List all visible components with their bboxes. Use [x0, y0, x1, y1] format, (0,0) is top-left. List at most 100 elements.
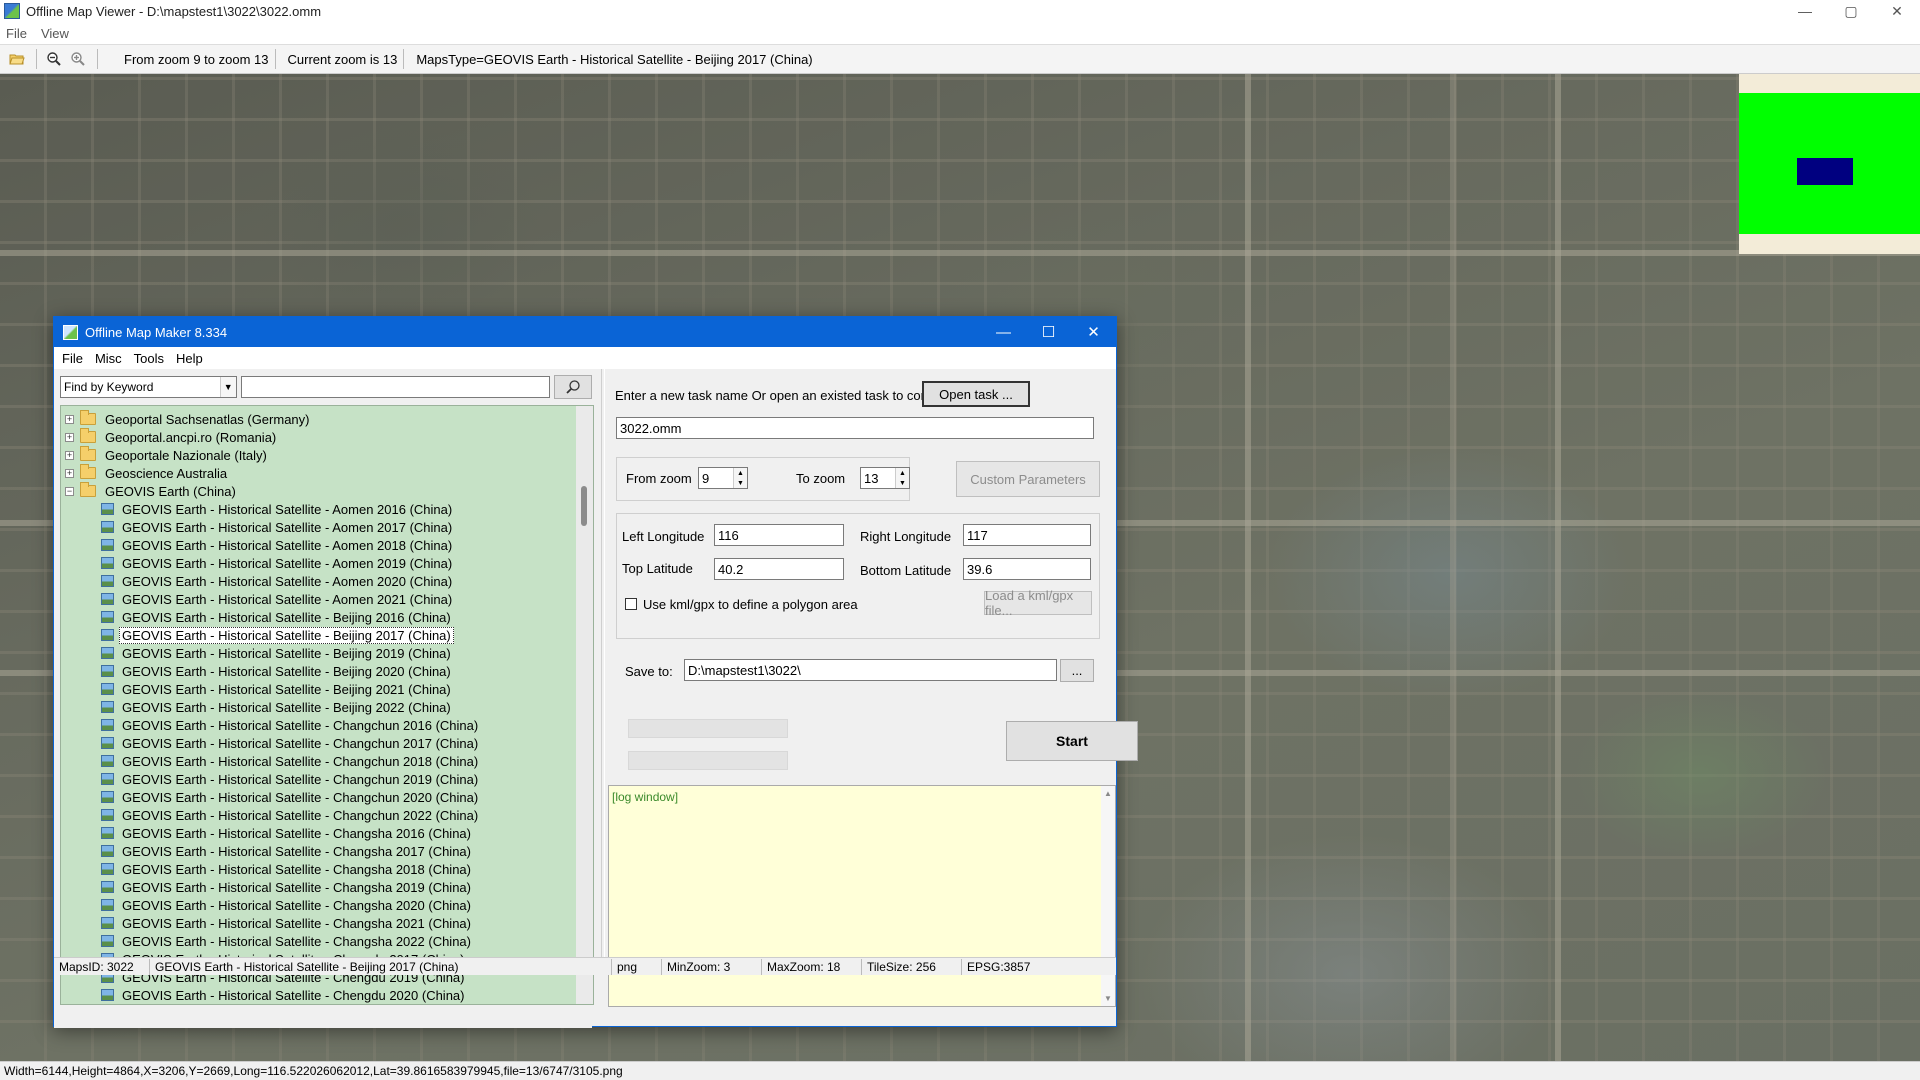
- right-longitude-input[interactable]: 117: [963, 524, 1091, 546]
- maximize-button[interactable]: ▢: [1828, 0, 1874, 22]
- tree-map-item[interactable]: GEOVIS Earth - Historical Satellite - Ch…: [101, 842, 474, 860]
- dialog-menu-help[interactable]: Help: [176, 351, 203, 366]
- tree-item-label: GEOVIS Earth - Historical Satellite - Ch…: [122, 825, 471, 841]
- tree-map-item[interactable]: GEOVIS Earth - Historical Satellite - Ch…: [101, 716, 481, 734]
- tree-item-label: GEOVIS Earth - Historical Satellite - Ao…: [122, 537, 453, 553]
- overview-viewport-rect[interactable]: [1797, 158, 1853, 185]
- tree-map-item[interactable]: GEOVIS Earth - Historical Satellite - Be…: [101, 698, 454, 716]
- dialog-app-icon: [63, 324, 78, 340]
- tree-item-label: GEOVIS Earth - Historical Satellite - Ch…: [122, 753, 479, 769]
- tree-map-item[interactable]: GEOVIS Earth - Historical Satellite - Ch…: [101, 788, 481, 806]
- tree-item-label: GEOVIS Earth - Historical Satellite - Ao…: [122, 555, 453, 571]
- use-kml-checkbox[interactable]: [625, 598, 637, 610]
- tree-map-item[interactable]: GEOVIS Earth - Historical Satellite - Be…: [101, 680, 454, 698]
- chevron-down-icon[interactable]: ▼: [219, 377, 236, 397]
- dialog-close-button[interactable]: ✕: [1071, 317, 1116, 347]
- search-button[interactable]: [554, 375, 592, 399]
- minimize-button[interactable]: —: [1782, 0, 1828, 22]
- custom-parameters-button[interactable]: Custom Parameters: [956, 461, 1100, 497]
- tree-map-item[interactable]: GEOVIS Earth - Historical Satellite - Be…: [101, 644, 454, 662]
- viewer-menu-file[interactable]: File: [6, 26, 27, 41]
- folder-open-icon: [80, 482, 96, 497]
- search-input[interactable]: [240, 376, 551, 398]
- dialog-maximize-button[interactable]: ☐: [1026, 317, 1071, 347]
- map-icon: [101, 827, 114, 839]
- tree-map-item[interactable]: GEOVIS Earth - Historical Satellite - Ao…: [101, 554, 455, 572]
- left-longitude-input[interactable]: 116: [714, 524, 844, 546]
- status-max-zoom: MaxZoom: 18: [762, 958, 862, 975]
- map-icon: [101, 611, 114, 623]
- close-button[interactable]: ✕: [1874, 0, 1920, 22]
- task-name-input[interactable]: 3022.omm: [616, 417, 1094, 439]
- tree-map-item[interactable]: GEOVIS Earth - Historical Satellite - Ch…: [101, 806, 481, 824]
- tree-item-label: Geoportal.ancpi.ro (Romania): [105, 429, 277, 445]
- dialog-menu-misc[interactable]: Misc: [95, 351, 122, 366]
- tree-map-item-selected[interactable]: GEOVIS Earth - Historical Satellite - Be…: [101, 626, 454, 644]
- dialog-minimize-button[interactable]: —: [981, 317, 1026, 347]
- map-icon: [101, 809, 114, 821]
- tree-map-item[interactable]: GEOVIS Earth - Historical Satellite - Ao…: [101, 536, 455, 554]
- spinner-arrows-icon[interactable]: ▲ ▼: [733, 468, 747, 488]
- save-path-input[interactable]: D:\mapstest1\3022\: [684, 659, 1057, 681]
- start-button[interactable]: Start: [1006, 721, 1138, 761]
- tree-map-item[interactable]: GEOVIS Earth - Historical Satellite - Ch…: [101, 914, 474, 932]
- tree-scrollbar-thumb[interactable]: [581, 486, 587, 526]
- top-latitude-label: Top Latitude: [622, 561, 693, 576]
- open-task-button[interactable]: Open task ...: [922, 381, 1030, 407]
- load-kml-button[interactable]: Load a kml/gpx file...: [984, 588, 1092, 618]
- tree-map-item[interactable]: GEOVIS Earth - Historical Satellite - Ch…: [101, 986, 468, 1004]
- tree-folder-item[interactable]: + Geoscience Australia: [65, 464, 230, 482]
- tree-map-item[interactable]: GEOVIS Earth - Historical Satellite - Ao…: [101, 590, 455, 608]
- expand-icon[interactable]: +: [65, 468, 74, 478]
- dialog-menu-file[interactable]: File: [62, 351, 83, 366]
- map-icon: [101, 719, 114, 731]
- top-latitude-input[interactable]: 40.2: [714, 558, 844, 580]
- tree-folder-item[interactable]: + Geoportal.ancpi.ro (Romania): [65, 428, 279, 446]
- zoom-in-icon[interactable]: [67, 48, 89, 70]
- to-zoom-spinner[interactable]: 13 ▲ ▼: [860, 467, 910, 489]
- toolbar-separator: [36, 49, 37, 69]
- expand-icon[interactable]: +: [65, 414, 74, 424]
- find-mode-select[interactable]: Find by Keyword ▼: [60, 376, 237, 398]
- expand-icon[interactable]: +: [65, 450, 74, 460]
- browse-button[interactable]: ...: [1060, 659, 1094, 682]
- tree-map-item[interactable]: GEOVIS Earth - Historical Satellite - Ch…: [101, 932, 474, 950]
- overview-minimap[interactable]: [1739, 74, 1920, 254]
- tree-map-item[interactable]: GEOVIS Earth - Historical Satellite - Ch…: [101, 896, 474, 914]
- zoom-out-icon[interactable]: [43, 48, 65, 70]
- progress-bar-total: [628, 719, 788, 738]
- collapse-icon[interactable]: −: [65, 486, 74, 496]
- app-icon: [4, 3, 20, 19]
- zoom-range-text: From zoom 9 to zoom 13: [124, 51, 269, 67]
- tree-map-item[interactable]: GEOVIS Earth - Historical Satellite - Ao…: [101, 518, 455, 536]
- tree-map-item[interactable]: GEOVIS Earth - Historical Satellite - Ch…: [101, 752, 481, 770]
- tree-map-item[interactable]: GEOVIS Earth - Historical Satellite - Ao…: [101, 500, 455, 518]
- tree-map-item[interactable]: GEOVIS Earth - Historical Satellite - Ch…: [101, 824, 474, 842]
- progress-bar-current: [628, 751, 788, 770]
- tree-folder-item[interactable]: − GEOVIS Earth (China): [65, 482, 239, 500]
- tree-scrollbar[interactable]: [576, 406, 593, 1004]
- tree-map-item[interactable]: GEOVIS Earth - Historical Satellite - Ch…: [101, 770, 481, 788]
- tree-map-item[interactable]: GEOVIS Earth - Historical Satellite - Ch…: [101, 860, 474, 878]
- toolbar-separator: [97, 49, 98, 69]
- bottom-latitude-input[interactable]: 39.6: [963, 558, 1091, 580]
- viewer-window-controls: — ▢ ✕: [1782, 0, 1920, 22]
- panel-divider[interactable]: [601, 369, 605, 957]
- tree-folder-item[interactable]: + Geoportale Nazionale (Italy): [65, 446, 270, 464]
- dialog-menu-tools[interactable]: Tools: [134, 351, 164, 366]
- tree-map-item[interactable]: GEOVIS Earth - Historical Satellite - Ch…: [101, 878, 474, 896]
- tree-map-item[interactable]: GEOVIS Earth - Historical Satellite - Be…: [101, 608, 454, 626]
- expand-icon[interactable]: +: [65, 432, 74, 442]
- map-icon: [101, 575, 114, 587]
- map-icon: [101, 503, 114, 515]
- open-folder-icon[interactable]: [6, 48, 28, 70]
- tree-map-item[interactable]: GEOVIS Earth - Historical Satellite - Ao…: [101, 572, 455, 590]
- spinner-arrows-icon[interactable]: ▲ ▼: [895, 468, 909, 488]
- viewer-menu-view[interactable]: View: [41, 26, 69, 41]
- tree-map-item[interactable]: GEOVIS Earth - Historical Satellite - Ch…: [101, 734, 481, 752]
- dialog-statusbar: MapsID: 3022 GEOVIS Earth - Historical S…: [54, 957, 1116, 975]
- map-source-tree[interactable]: + Geoportal Sachsenatlas (Germany) + Geopor…: [60, 405, 594, 1005]
- from-zoom-spinner[interactable]: 9 ▲ ▼: [698, 467, 748, 489]
- tree-folder-item[interactable]: + Geoportal Sachsenatlas (Germany): [65, 410, 312, 428]
- tree-map-item[interactable]: GEOVIS Earth - Historical Satellite - Be…: [101, 662, 454, 680]
